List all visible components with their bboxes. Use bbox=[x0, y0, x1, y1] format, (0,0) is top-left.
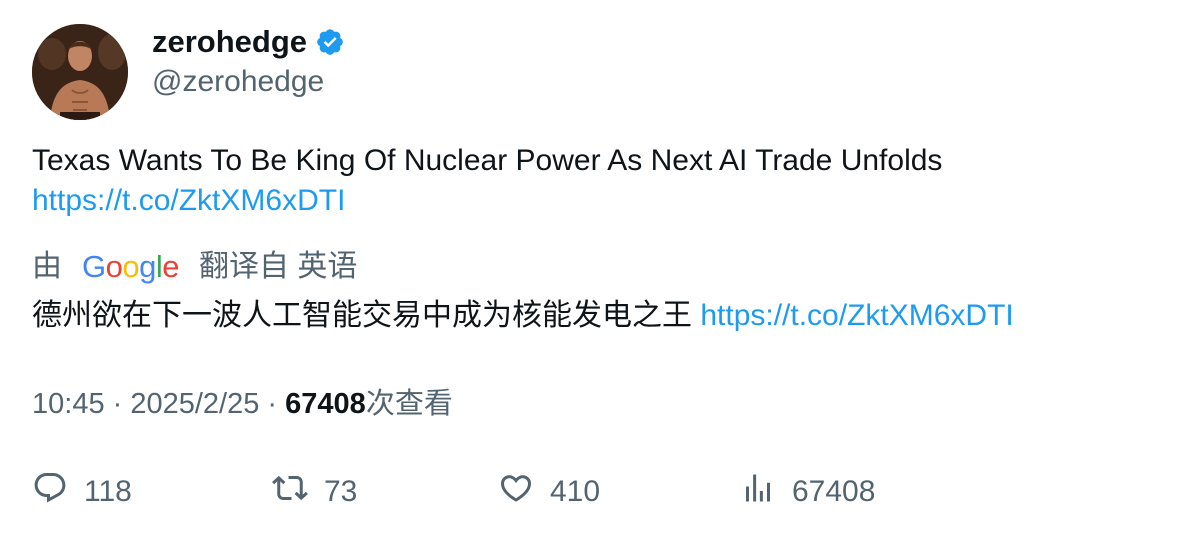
translated-body: 德州欲在下一波人工智能交易中成为核能发电之王 bbox=[32, 299, 692, 332]
tweet-link[interactable]: https://t.co/ZktXM6xDTI bbox=[32, 181, 942, 221]
views-button[interactable]: 67408 bbox=[740, 472, 875, 512]
like-count: 410 bbox=[550, 475, 601, 508]
verified-badge-icon[interactable] bbox=[315, 27, 345, 57]
tweet-date[interactable]: 2025/2/25 bbox=[130, 388, 259, 420]
google-letter: g bbox=[139, 249, 156, 284]
tweet-time[interactable]: 10:45 bbox=[32, 388, 105, 420]
bar-chart-icon bbox=[740, 470, 776, 514]
retweet-count: 73 bbox=[324, 475, 358, 508]
translation-attribution[interactable]: 由 Google 翻译自 英语 bbox=[32, 247, 357, 287]
google-letter: o bbox=[122, 249, 140, 284]
like-button[interactable]: 410 bbox=[498, 472, 600, 512]
views-action-count: 67408 bbox=[792, 475, 876, 508]
translation-prefix: 由 bbox=[32, 250, 62, 283]
tweet-meta: 10:45 · 2025/2/25 · 67408次查看 bbox=[32, 384, 453, 424]
reply-button[interactable]: 118 bbox=[32, 472, 132, 512]
retweet-icon bbox=[272, 470, 308, 514]
display-name-row[interactable]: zerohedge bbox=[152, 22, 345, 62]
avatar-image bbox=[32, 24, 128, 120]
tweet-body: Texas Wants To Be King Of Nuclear Power … bbox=[32, 144, 943, 177]
heart-icon bbox=[498, 470, 534, 514]
reply-count: 118 bbox=[84, 475, 132, 508]
avatar[interactable] bbox=[32, 24, 128, 120]
translation-suffix: 翻译自 英语 bbox=[199, 250, 358, 283]
google-logo: Google bbox=[82, 247, 180, 287]
google-letter: e bbox=[162, 249, 180, 284]
google-letter: o bbox=[105, 249, 123, 284]
translated-link[interactable]: https://t.co/ZktXM6xDTI bbox=[700, 299, 1013, 332]
google-letter: G bbox=[82, 249, 106, 284]
handle[interactable]: @zerohedge bbox=[152, 62, 324, 102]
tweet-text: Texas Wants To Be King Of Nuclear Power … bbox=[32, 141, 942, 221]
meta-separator: · bbox=[104, 388, 131, 420]
views-label: 次查看 bbox=[365, 388, 453, 420]
views-count: 67408 bbox=[285, 388, 366, 420]
action-bar: 118 73 410 67408 bbox=[32, 472, 1172, 512]
meta-separator: · bbox=[259, 388, 286, 420]
reply-icon bbox=[32, 470, 68, 514]
translated-text: 德州欲在下一波人工智能交易中成为核能发电之王 https://t.co/ZktX… bbox=[32, 296, 1014, 336]
retweet-button[interactable]: 73 bbox=[272, 472, 357, 512]
display-name[interactable]: zerohedge bbox=[152, 22, 307, 62]
